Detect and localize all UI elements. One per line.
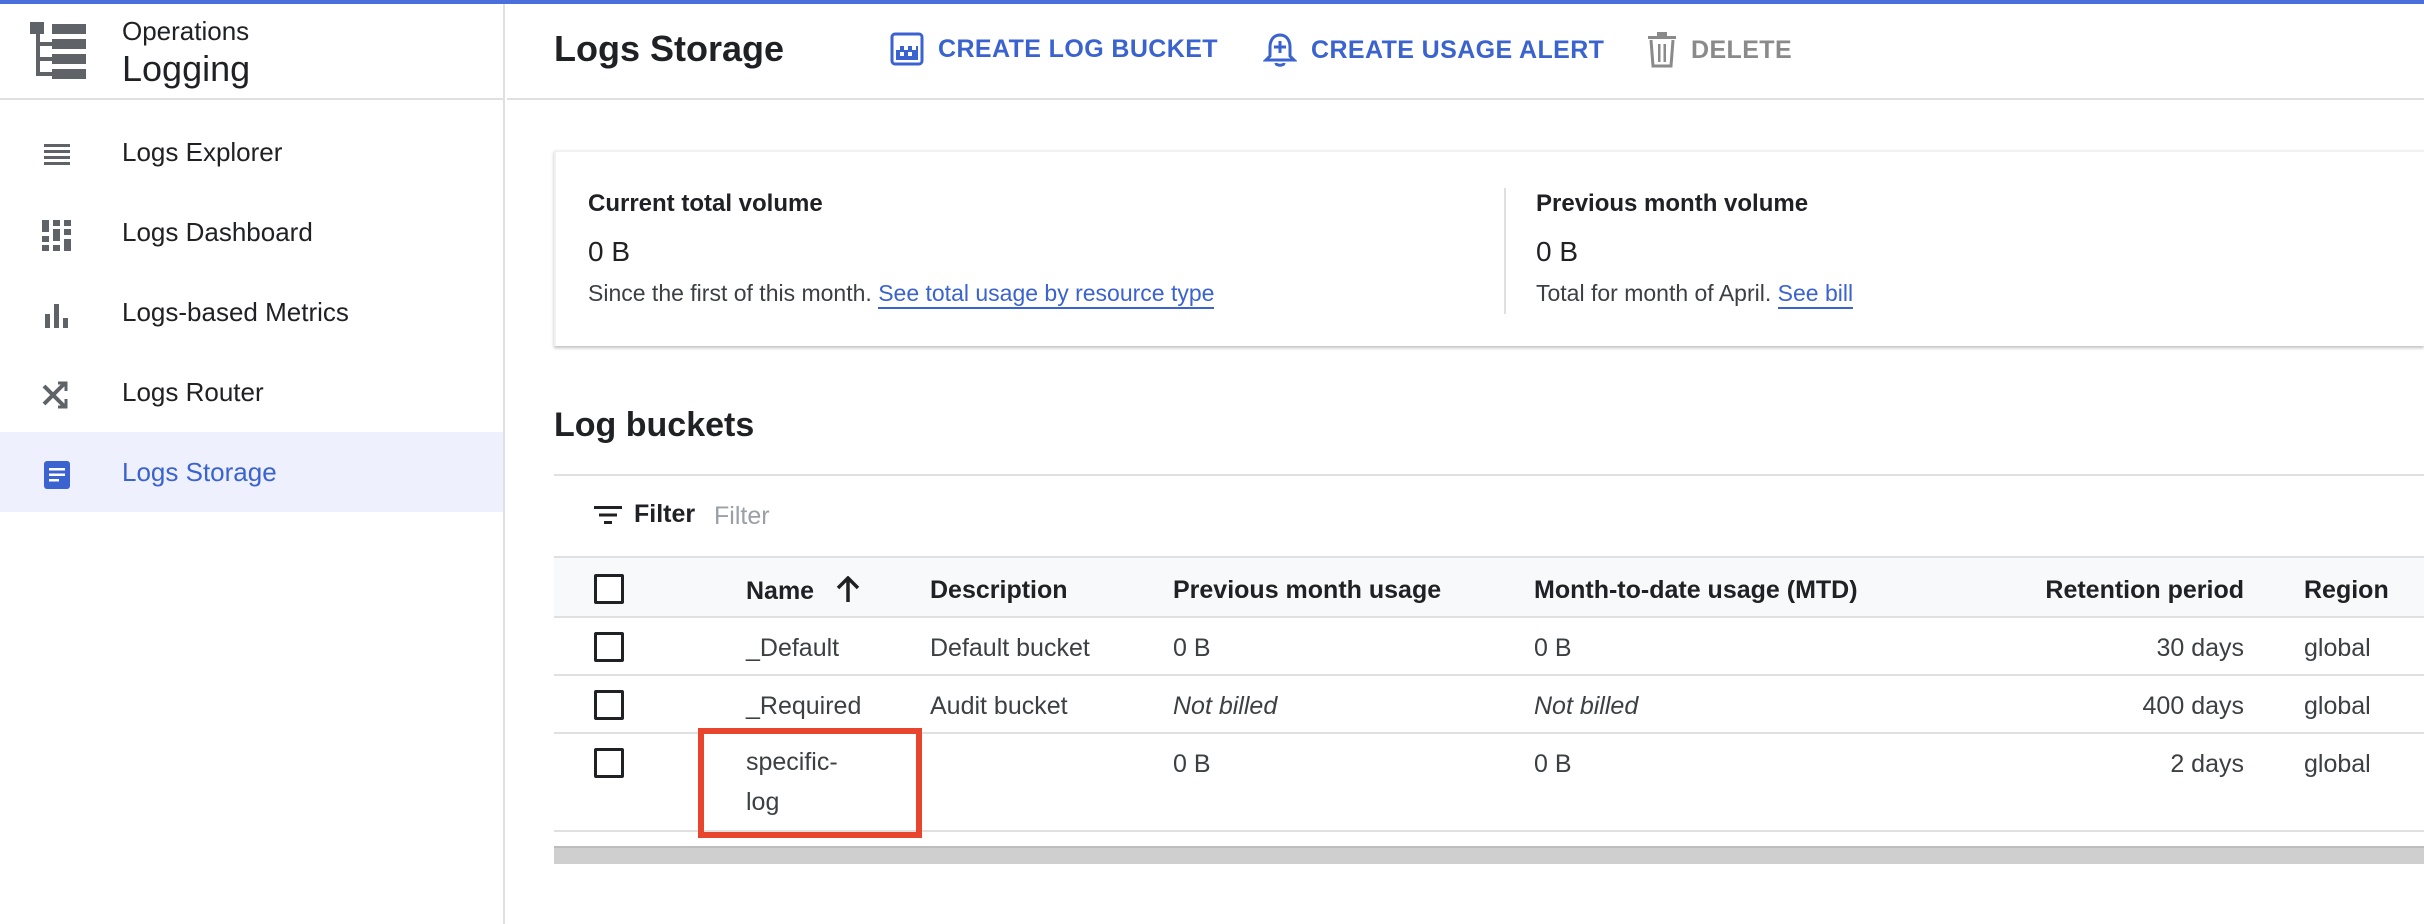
bar-chart-icon [45,304,68,328]
table-row[interactable]: _Required Audit bucket Not billed Not bi… [554,676,2424,734]
current-volume-title: Current total volume [588,190,823,217]
log-buckets-table: Name Description Previous month usage Mo… [554,556,2424,832]
bucket-retention: 400 days [2142,692,2244,720]
sidebar-item-logs-storage[interactable]: Logs Storage [0,432,503,512]
sidebar-nav: Logs Explorer Logs Dashboard Logs-based … [0,100,503,512]
bucket-description: Default bucket [930,634,1090,662]
dashboard-icon [42,220,71,251]
column-header-prev-usage[interactable]: Previous month usage [1173,576,1441,605]
usage-divider [1504,188,1506,314]
previous-volume-note-text: Total for month of April. [1536,280,1772,306]
storage-icon [44,461,70,489]
sidebar: Operations Logging Logs Explorer Logs Da… [0,4,505,924]
filter-input[interactable] [714,496,1314,536]
current-volume-note-text: Since the first of this month. [588,280,872,306]
horizontal-scrollbar[interactable] [554,846,2424,864]
sidebar-item-label: Logs Explorer [122,136,283,167]
filter-icon [594,505,622,524]
column-header-name-label: Name [746,577,815,605]
bucket-icon [890,32,924,66]
bucket-prev-usage: 0 B [1173,750,1211,778]
bucket-name[interactable]: _Default [746,634,839,663]
see-total-usage-link[interactable]: See total usage by resource type [878,280,1215,309]
bucket-region: global [2304,750,2371,778]
bucket-description: Audit bucket [930,692,1068,720]
main-content: Logs Storage CREATE LOG BUCKET CREATE US… [507,4,2424,924]
router-icon [42,381,68,409]
sidebar-item-logs-dashboard[interactable]: Logs Dashboard [0,192,503,272]
arrow-up-icon [836,575,860,602]
filter-bar: Filter [554,476,2424,556]
sidebar-item-logs-router[interactable]: Logs Router [0,352,503,432]
trash-icon [1648,32,1676,68]
table-header: Name Description Previous month usage Mo… [554,556,2424,618]
column-header-description[interactable]: Description [930,576,1068,605]
bucket-prev-usage: 0 B [1173,634,1211,662]
bucket-mtd-usage: 0 B [1534,634,1572,662]
bucket-name[interactable]: _Required [746,692,861,721]
bucket-mtd-usage: Not billed [1534,692,1639,720]
current-volume-note: Since the first of this month. See total… [588,280,1215,309]
filter-label: Filter [634,500,696,528]
previous-volume-note: Total for month of April. See bill [1536,280,1854,309]
row-checkbox[interactable] [594,632,624,662]
logging-product-icon [30,22,86,79]
bucket-retention: 2 days [2170,750,2244,778]
create-usage-alert-button[interactable]: CREATE USAGE ALERT [1263,32,1604,68]
bucket-region: global [2304,634,2371,662]
column-header-mtd-usage[interactable]: Month-to-date usage (MTD) [1534,576,1858,605]
product-header: Operations Logging [0,4,503,100]
table-row[interactable]: specific-log 0 B 0 B 2 days global [554,734,2424,832]
column-header-retention[interactable]: Retention period [1984,576,2244,605]
row-checkbox[interactable] [594,690,624,720]
filter-button[interactable]: Filter [594,500,695,529]
sidebar-item-logs-explorer[interactable]: Logs Explorer [0,112,503,192]
previous-volume-title: Previous month volume [1536,190,1809,217]
column-header-region[interactable]: Region [2304,576,2389,605]
page-header: Logs Storage CREATE LOG BUCKET CREATE US… [507,4,2424,100]
bucket-prev-usage: Not billed [1173,692,1278,720]
product-title: Logging [122,48,251,89]
create-log-bucket-label: CREATE LOG BUCKET [938,34,1218,63]
column-header-name[interactable]: Name [746,575,861,606]
log-buckets-title: Log buckets [554,406,755,444]
usage-summary-card: Current total volume 0 B Since the first… [554,150,2424,346]
sidebar-item-logs-based-metrics[interactable]: Logs-based Metrics [0,272,503,352]
page-title: Logs Storage [554,28,785,69]
table-row[interactable]: _Default Default bucket 0 B 0 B 30 days … [554,618,2424,676]
select-all-checkbox[interactable] [594,574,624,604]
bucket-name[interactable]: specific-log [746,742,866,822]
previous-volume-value: 0 B [1536,236,1579,267]
sidebar-item-label: Logs Router [122,376,264,407]
current-volume-value: 0 B [588,236,631,267]
bucket-region: global [2304,692,2371,720]
delete-button[interactable]: DELETE [1647,32,1792,68]
bucket-mtd-usage: 0 B [1534,750,1572,778]
sidebar-item-label: Logs Dashboard [122,216,313,247]
alert-bell-icon [1263,33,1297,67]
create-log-bucket-button[interactable]: CREATE LOG BUCKET [890,32,1218,66]
delete-label: DELETE [1691,35,1793,64]
product-subtitle: Operations [122,16,250,46]
sidebar-item-label: Logs-based Metrics [122,296,349,327]
create-usage-alert-label: CREATE USAGE ALERT [1311,35,1605,64]
bucket-retention: 30 days [2156,634,2244,662]
sidebar-item-label: Logs Storage [122,456,277,487]
row-checkbox[interactable] [594,748,624,778]
list-icon [44,144,70,165]
see-bill-link[interactable]: See bill [1777,280,1854,309]
